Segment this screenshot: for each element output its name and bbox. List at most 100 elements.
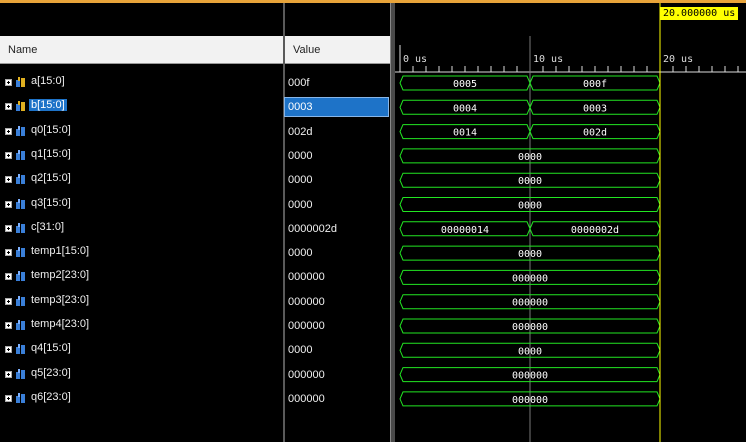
output-bus-icon — [16, 320, 25, 330]
signal-name[interactable]: q1[15:0] — [31, 148, 71, 160]
ruler-tick-label: 0 us — [403, 54, 427, 65]
expand-plus-icon[interactable] — [5, 103, 12, 111]
ruler-tick-label: 10 us — [533, 54, 563, 65]
signal-row[interactable]: q4[15:0] — [0, 340, 283, 360]
signal-value[interactable]: 002d — [285, 122, 390, 142]
waveform-canvas[interactable]: 0 us 10 us 20 us 0005 000f 0004 0003 0014 002d 00… — [395, 3, 746, 442]
signal-row[interactable]: q0[15:0] — [0, 122, 283, 142]
output-bus-icon — [16, 174, 25, 185]
signal-value[interactable]: 0003 — [284, 97, 389, 118]
bus-value-label: 0000 — [518, 176, 542, 187]
expand-plus-icon[interactable] — [5, 79, 12, 86]
signal-name[interactable]: q2[15:0] — [31, 172, 71, 184]
waveform-viewer: Name a[15:0] b[15:0] q0[15:0] q1[15:0] q2[15… — [0, 0, 746, 442]
output-bus-icon — [16, 271, 25, 282]
signal-row[interactable]: q3[15:0] — [0, 195, 283, 215]
cursor-time-label[interactable]: 20.000000 us — [660, 7, 739, 20]
ruler-tick-label: 20 us — [663, 54, 693, 65]
signal-name[interactable]: a[15:0] — [31, 75, 65, 87]
expand-plus-icon[interactable] — [5, 176, 12, 184]
signal-row[interactable]: c[31:0] — [0, 219, 283, 239]
output-bus-icon — [16, 149, 25, 160]
bus-value-label: 0003 — [583, 103, 607, 114]
expand-plus-icon[interactable] — [5, 273, 12, 281]
bus-value-label: 000000 — [512, 273, 548, 284]
signal-row[interactable]: q5[23:0] — [0, 365, 283, 385]
output-bus-icon — [16, 344, 25, 355]
expand-plus-icon[interactable] — [5, 346, 12, 354]
bus-value-label: 000000 — [512, 371, 548, 382]
name-column-header[interactable]: Name — [0, 36, 283, 64]
output-bus-icon — [16, 392, 25, 403]
signal-name[interactable]: c[31:0] — [31, 221, 64, 233]
bus-value-label: 000f — [583, 79, 607, 90]
bus-value-label: 0000 — [518, 249, 542, 260]
signal-row[interactable]: b[15:0] — [0, 97, 283, 117]
signal-name[interactable]: temp4[23:0] — [31, 318, 89, 330]
output-bus-icon — [16, 198, 25, 209]
signal-value[interactable]: 000000 — [285, 316, 390, 336]
signal-value[interactable]: 0000 — [285, 243, 390, 263]
signal-row[interactable]: q2[15:0] — [0, 170, 283, 190]
signal-value[interactable]: 000000 — [285, 267, 390, 287]
input-bus-icon — [16, 101, 25, 112]
signal-value[interactable]: 0000002d — [285, 219, 390, 239]
signal-name[interactable]: b[15:0] — [29, 99, 67, 112]
signal-name[interactable]: q5[23:0] — [31, 367, 71, 379]
bus-value-label: 002d — [583, 128, 607, 139]
bus-value-label: 00000014 — [441, 225, 489, 236]
signal-values-panel: Value 000f 0003 002d 0000 0000 0000 0000002d 00… — [284, 3, 390, 442]
output-bus-icon — [16, 125, 25, 136]
expand-plus-icon[interactable] — [5, 151, 12, 159]
signal-name[interactable]: q6[23:0] — [31, 391, 71, 403]
signal-name[interactable]: temp3[23:0] — [31, 294, 89, 306]
bus-value-label: 000000 — [512, 322, 548, 333]
bus-value-label: 0004 — [453, 103, 477, 114]
time-ruler — [395, 36, 746, 72]
signal-name[interactable]: temp1[15:0] — [31, 245, 89, 257]
signal-name[interactable]: q0[15:0] — [31, 124, 71, 136]
signal-value[interactable]: 0000 — [285, 170, 390, 190]
output-bus-icon — [16, 295, 25, 306]
expand-plus-icon[interactable] — [5, 224, 12, 232]
bus-value-label: 000000 — [512, 395, 548, 406]
signal-value[interactable]: 0000 — [285, 146, 390, 166]
signal-value[interactable]: 000000 — [285, 365, 390, 385]
expand-plus-icon[interactable] — [5, 200, 12, 208]
expand-plus-icon[interactable] — [5, 322, 12, 329]
output-bus-icon — [16, 247, 25, 258]
signal-name[interactable]: q3[15:0] — [31, 197, 71, 209]
signal-value[interactable]: 000000 — [285, 292, 390, 312]
expand-plus-icon[interactable] — [5, 297, 12, 305]
signal-row[interactable]: a[15:0] — [0, 73, 283, 93]
signal-names-panel: Name a[15:0] b[15:0] q0[15:0] q1[15:0] q2[15… — [0, 3, 283, 442]
signal-value[interactable]: 0000 — [285, 340, 390, 360]
waveform-panel[interactable]: 0 us 10 us 20 us 0005 000f 0004 0003 0014 002d 00… — [395, 3, 746, 442]
bus-value-label: 0000 — [518, 346, 542, 357]
signal-row[interactable]: temp2[23:0] — [0, 267, 283, 287]
signal-name[interactable]: q4[15:0] — [31, 342, 71, 354]
signal-row[interactable]: temp4[23:0] — [0, 316, 283, 336]
bus-value-label: 0014 — [453, 128, 477, 139]
signal-value[interactable]: 000f — [285, 73, 390, 93]
output-bus-icon — [16, 222, 25, 233]
bus-value-label: 0000 — [518, 152, 542, 163]
signal-name[interactable]: temp2[23:0] — [31, 269, 89, 281]
signal-row[interactable]: q6[23:0] — [0, 389, 283, 409]
expand-plus-icon[interactable] — [5, 127, 12, 135]
output-bus-icon — [16, 368, 25, 379]
value-column-header[interactable]: Value — [285, 36, 390, 64]
expand-plus-icon[interactable] — [5, 249, 12, 257]
signal-row[interactable]: temp3[23:0] — [0, 292, 283, 312]
bus-value-label: 0005 — [453, 79, 477, 90]
bus-value-label: 0000002d — [571, 225, 619, 236]
signal-value[interactable]: 000000 — [285, 389, 390, 409]
expand-plus-icon[interactable] — [5, 370, 12, 378]
signal-row[interactable]: temp1[15:0] — [0, 243, 283, 263]
signal-value[interactable]: 0000 — [285, 195, 390, 215]
expand-plus-icon[interactable] — [5, 394, 12, 402]
bus-value-label: 0000 — [518, 201, 542, 212]
bus-value-label: 000000 — [512, 298, 548, 309]
signal-row[interactable]: q1[15:0] — [0, 146, 283, 166]
input-bus-icon — [16, 77, 25, 87]
